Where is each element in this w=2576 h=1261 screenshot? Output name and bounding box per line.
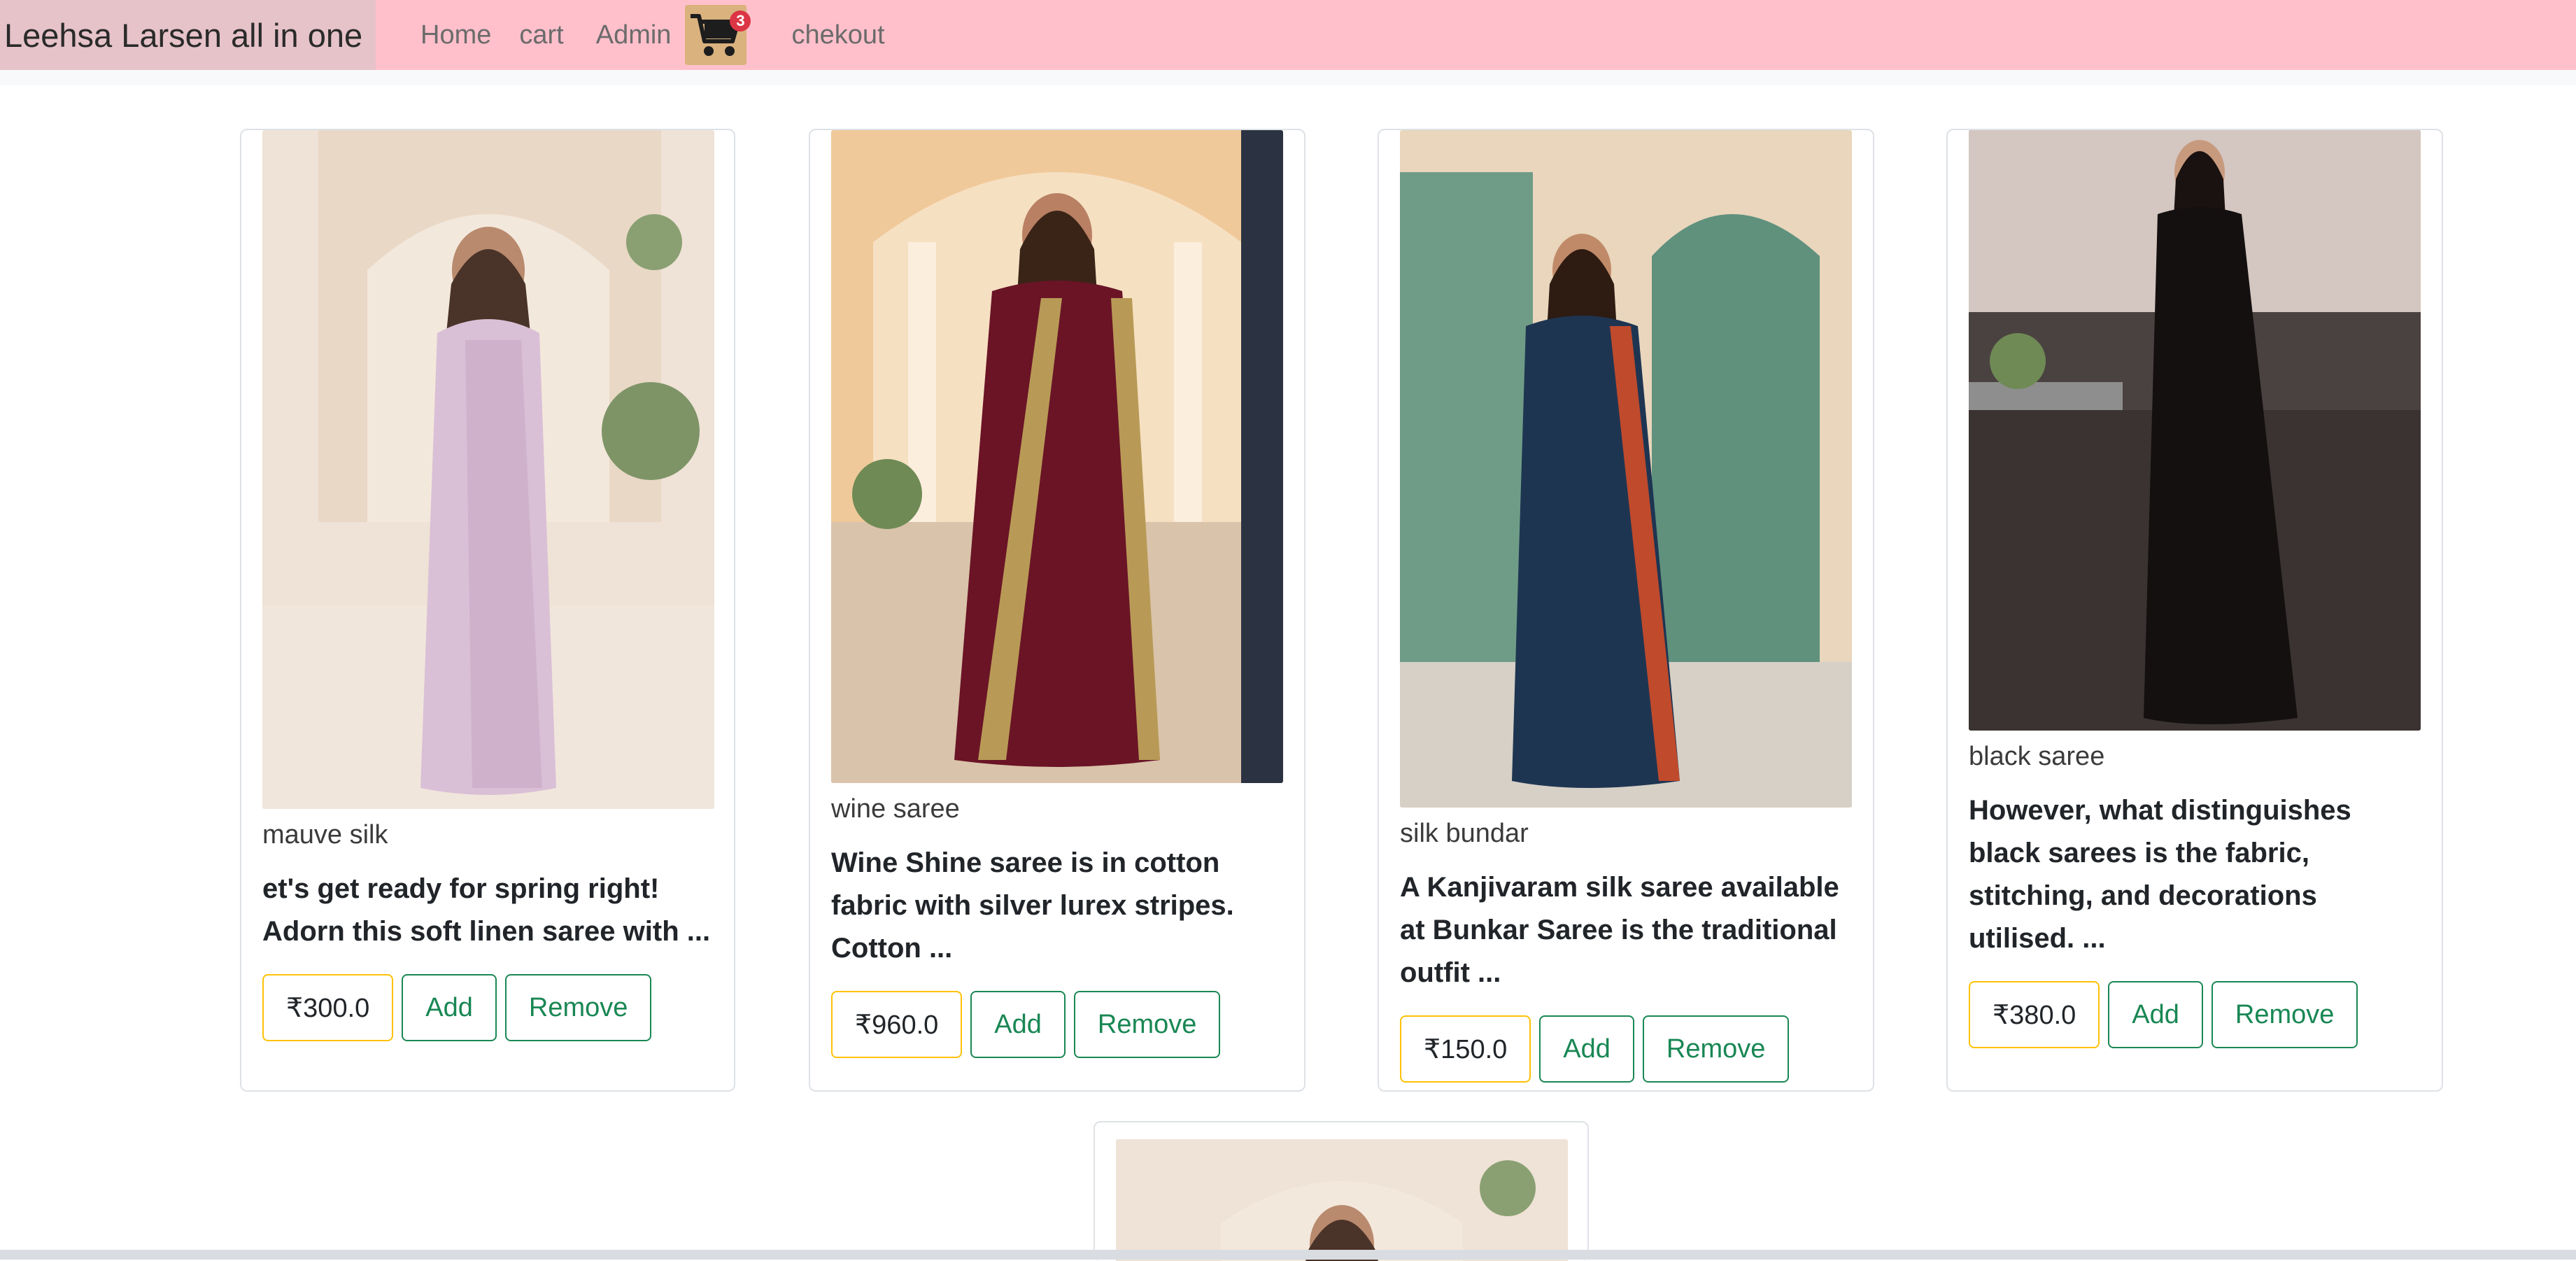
product-image[interactable] xyxy=(1400,130,1852,808)
product-actions: ₹300.0 Add Remove xyxy=(262,974,713,1041)
product-description: et's get ready for spring right! Adorn t… xyxy=(262,873,711,947)
product-name: mauve silk xyxy=(262,820,388,850)
horizontal-scrollbar[interactable] xyxy=(0,1250,2576,1260)
nav-link-cart[interactable]: cart xyxy=(519,20,563,50)
product-image[interactable] xyxy=(1969,130,2421,731)
add-to-cart-button[interactable]: Add xyxy=(1539,1015,1634,1083)
product-card xyxy=(1094,1121,1589,1261)
navbar: Leehsa Larsen all in one Home cart Admin… xyxy=(0,0,2576,70)
product-image[interactable] xyxy=(262,130,714,809)
product-card: mauve silk et's get ready for spring rig… xyxy=(240,129,735,1092)
price-button[interactable]: ₹150.0 xyxy=(1400,1015,1531,1083)
add-to-cart-button[interactable]: Add xyxy=(970,991,1066,1058)
product-card: black saree However, what distinguishes … xyxy=(1946,129,2443,1092)
product-image[interactable] xyxy=(831,130,1283,783)
remove-from-cart-button[interactable]: Remove xyxy=(2211,981,2358,1048)
product-actions: ₹380.0 Add Remove xyxy=(1969,981,2421,1048)
remove-from-cart-button[interactable]: Remove xyxy=(1073,991,1221,1058)
nav-link-checkout[interactable]: chekout xyxy=(791,20,884,50)
price-button[interactable]: ₹380.0 xyxy=(1969,981,2100,1048)
price-button[interactable]: ₹300.0 xyxy=(262,974,394,1041)
product-description: A Kanjivaram silk saree available at Bun… xyxy=(1400,872,1839,988)
product-name: wine saree xyxy=(831,794,960,824)
nav-link-home[interactable]: Home xyxy=(420,20,491,50)
cart-count-badge: 3 xyxy=(730,10,751,31)
nav-link-admin[interactable]: Admin xyxy=(596,20,672,50)
product-card: wine saree Wine Shine saree is in cotton… xyxy=(809,129,1305,1092)
remove-from-cart-button[interactable]: Remove xyxy=(1642,1015,1790,1083)
product-description: However, what distinguishes black sarees… xyxy=(1969,795,2351,954)
product-actions: ₹150.0 Add Remove xyxy=(1400,1015,1852,1083)
product-name: silk bundar xyxy=(1400,819,1529,848)
product-description: Wine Shine saree is in cotton fabric wit… xyxy=(831,847,1234,964)
cart-button[interactable]: 3 xyxy=(685,5,751,65)
product-image[interactable] xyxy=(1116,1139,1568,1261)
product-actions: ₹960.0 Add Remove xyxy=(831,991,1283,1058)
product-card: silk bundar A Kanjivaram silk saree avai… xyxy=(1378,129,1874,1092)
product-name: black saree xyxy=(1969,742,2105,771)
brand-title[interactable]: Leehsa Larsen all in one xyxy=(0,0,376,70)
navbar-shadow xyxy=(0,70,2576,85)
remove-from-cart-button[interactable]: Remove xyxy=(504,974,652,1041)
price-button[interactable]: ₹960.0 xyxy=(831,991,963,1058)
add-to-cart-button[interactable]: Add xyxy=(2108,981,2203,1048)
add-to-cart-button[interactable]: Add xyxy=(402,974,497,1041)
